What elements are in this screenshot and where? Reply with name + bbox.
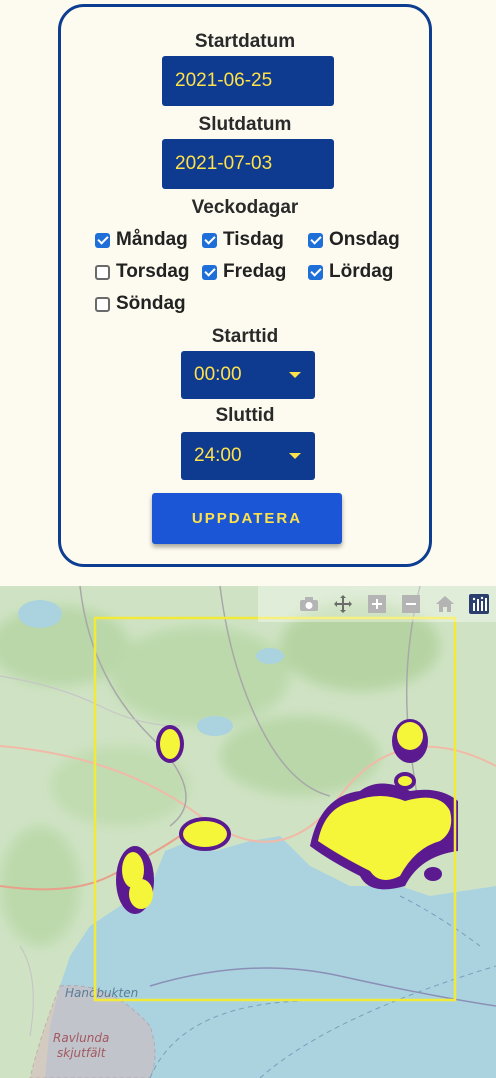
weekday-saturday[interactable]: Lördag xyxy=(308,261,393,283)
map-toolbar xyxy=(258,586,496,622)
weekday-label: Söndag xyxy=(116,293,186,314)
start-time-label: Starttid xyxy=(211,326,279,347)
zone-label-line2: skjutfält xyxy=(57,1046,107,1060)
weekday-label: Tisdag xyxy=(223,229,284,250)
weekday-sunday[interactable]: Söndag xyxy=(95,293,186,315)
weekday-thursday[interactable]: Torsdag xyxy=(95,261,190,283)
weekday-wednesday[interactable]: Onsdag xyxy=(308,229,400,251)
start-time-select[interactable]: 00:00 xyxy=(181,351,315,399)
weekday-tuesday[interactable]: Tisdag xyxy=(202,229,284,251)
map-canvas[interactable]: Hanöbukten Ravlunda skjutfält Ia xyxy=(0,586,496,1078)
checkbox-saturday[interactable] xyxy=(308,264,323,280)
zoom-in-icon[interactable] xyxy=(366,593,388,615)
end-date-input[interactable]: 2021-07-03 xyxy=(162,139,334,189)
home-icon[interactable] xyxy=(434,593,456,615)
checkbox-sunday[interactable] xyxy=(95,296,110,312)
checkbox-tuesday[interactable] xyxy=(202,232,217,248)
lake xyxy=(18,600,62,628)
checkbox-monday[interactable] xyxy=(95,232,110,248)
lake xyxy=(197,716,233,736)
lake xyxy=(256,648,284,664)
end-time-select[interactable]: 24:00 xyxy=(181,432,315,480)
checkbox-wednesday[interactable] xyxy=(308,232,323,248)
weekday-label: Lördag xyxy=(329,261,394,282)
heatmap-map[interactable]: Hanöbukten Ravlunda skjutfält Ia xyxy=(0,586,496,1078)
weekdays-label: Veckodagar xyxy=(191,197,299,218)
weekday-label: Måndag xyxy=(116,229,188,250)
weekday-monday[interactable]: Måndag xyxy=(95,229,188,251)
camera-icon[interactable] xyxy=(298,593,320,615)
zoom-out-icon[interactable] xyxy=(400,593,422,615)
end-time-label: Sluttid xyxy=(215,405,275,426)
weekday-label: Onsdag xyxy=(329,229,400,250)
weekday-friday[interactable]: Fredag xyxy=(202,261,286,283)
end-date-label: Slutdatum xyxy=(198,114,292,135)
checkbox-thursday[interactable] xyxy=(95,264,110,280)
zone-label-line1: Ravlunda xyxy=(53,1031,109,1045)
chevron-down-icon xyxy=(289,453,301,459)
start-date-input[interactable]: 2021-06-25 xyxy=(162,56,334,106)
plotly-logo-icon[interactable] xyxy=(468,593,490,615)
update-button[interactable]: UPPDATERA xyxy=(152,493,342,544)
start-date-label: Startdatum xyxy=(194,31,296,52)
weekday-label: Fredag xyxy=(223,261,287,282)
pan-icon[interactable] xyxy=(332,593,354,615)
checkbox-friday[interactable] xyxy=(202,264,217,280)
bay-label: Hanöbukten xyxy=(65,986,138,1000)
chevron-down-icon xyxy=(289,372,301,378)
weekday-label: Torsdag xyxy=(116,261,190,282)
filter-panel: Startdatum 2021-06-25 Slutdatum 2021-07-… xyxy=(58,4,432,567)
end-time-value: 24:00 xyxy=(194,445,242,466)
start-time-value: 00:00 xyxy=(194,364,242,385)
